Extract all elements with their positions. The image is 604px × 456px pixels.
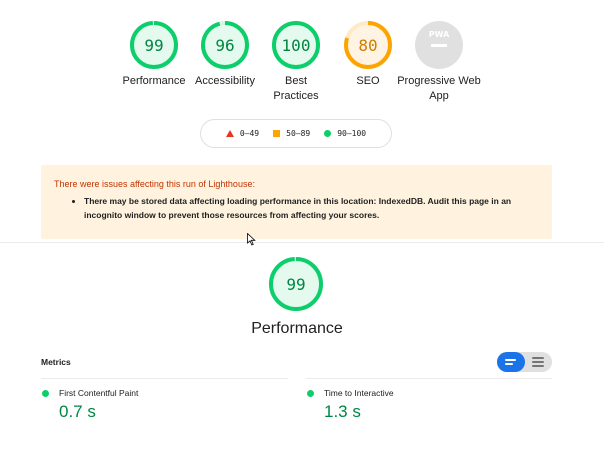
legend-average: 50–89 — [273, 129, 310, 138]
square-icon — [273, 130, 281, 137]
gauge-score: 100 — [282, 36, 311, 55]
gauge-ring: 96 — [201, 21, 249, 69]
pwa-badge-text: PWA — [429, 30, 450, 39]
score-legend: 0–49 50–89 90–100 — [200, 119, 392, 148]
gauge-ring: 100 — [272, 21, 320, 69]
category-title: Performance — [251, 320, 343, 337]
metric-value: 1.3 s — [324, 402, 361, 421]
list-view-icon[interactable] — [497, 352, 525, 372]
gauge-ring: 80 — [344, 21, 392, 69]
gauge-label: Best Practices — [273, 75, 319, 102]
metric-label: First Contentful Paint — [59, 388, 139, 398]
metric-divider — [41, 378, 288, 379]
category-score: 99 — [286, 275, 305, 294]
metrics-view-toggle[interactable] — [497, 352, 552, 372]
mouse-cursor-icon — [247, 233, 256, 246]
gauge-ring: 99 — [130, 21, 178, 69]
section-divider — [0, 242, 604, 243]
legend-pass: 90–100 — [324, 129, 366, 138]
gauge-pwa[interactable]: PWA Progressive Web App — [394, 20, 484, 104]
pass-circle-icon — [307, 390, 314, 397]
run-warnings: There were issues affecting this run of … — [41, 165, 552, 239]
pwa-icon: PWA — [415, 21, 463, 69]
legend-fail: 0–49 — [225, 129, 260, 138]
gauge-score: 96 — [215, 36, 234, 55]
category-gauge: 99 — [268, 256, 324, 317]
triangle-icon — [225, 130, 234, 137]
metric-divider — [306, 378, 552, 379]
legend-range: 50–89 — [286, 129, 311, 138]
legend-range: 90–100 — [337, 129, 367, 138]
circle-icon — [324, 130, 332, 137]
gauge-score: 99 — [144, 36, 163, 55]
warning-item: There may be stored data affecting loadi… — [84, 194, 539, 222]
metric-label: Time to Interactive — [324, 388, 394, 398]
metrics-heading: Metrics — [41, 357, 71, 367]
gauge-label: Progressive Web App — [397, 75, 481, 102]
pass-circle-icon — [42, 390, 49, 397]
metric-value: 0.7 s — [59, 402, 96, 421]
gauge-ring: 99 — [269, 257, 323, 311]
legend-range: 0–49 — [239, 129, 260, 138]
warning-title: There were issues affecting this run of … — [54, 179, 255, 189]
warning-list: There may be stored data affecting loadi… — [54, 194, 539, 222]
text-view-icon[interactable] — [525, 352, 553, 372]
gauge-score: 80 — [358, 36, 377, 55]
